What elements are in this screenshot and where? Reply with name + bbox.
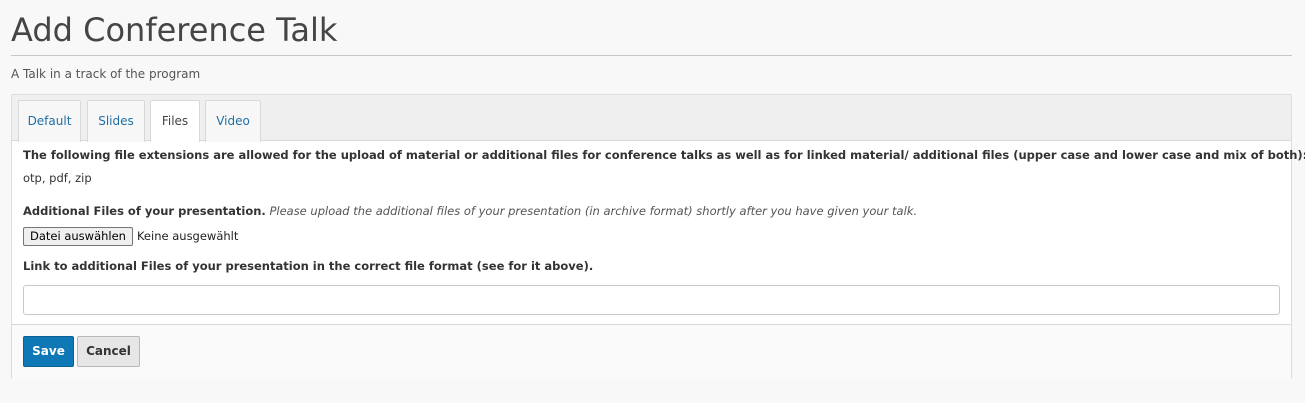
additional-files-title: Additional Files of your presentation. xyxy=(23,204,266,218)
tab-video[interactable]: Video xyxy=(205,100,261,142)
cancel-button[interactable]: Cancel xyxy=(77,336,140,367)
page-subtitle: A Talk in a track of the program xyxy=(11,67,201,81)
tab-default[interactable]: Default xyxy=(18,100,81,142)
page: Add Conference Talk A Talk in a track of… xyxy=(0,0,1305,403)
additional-files-label: Additional Files of your presentation. P… xyxy=(23,203,1280,219)
tab-files[interactable]: Files xyxy=(150,100,200,142)
tab-bar: Default Slides Files Video xyxy=(12,95,1291,142)
choose-file-button[interactable]: Datei auswählen xyxy=(23,226,133,246)
files-tab-content: The following file extensions are allowe… xyxy=(12,141,1305,315)
file-status-text: Keine ausgewählt xyxy=(136,229,239,243)
form-panel: Default Slides Files Video The following… xyxy=(11,94,1305,379)
tab-slides[interactable]: Slides xyxy=(87,100,145,142)
link-files-label: Link to additional Files of your present… xyxy=(23,259,594,273)
allowed-extensions-text: The following file extensions are allowe… xyxy=(23,148,1305,162)
page-title: Add Conference Talk xyxy=(11,0,1292,56)
file-upload-row: Datei auswählen Keine ausgewählt xyxy=(23,226,1280,246)
link-files-input[interactable] xyxy=(23,285,1280,315)
additional-files-hint: Please upload the additional files of yo… xyxy=(269,204,918,218)
save-button[interactable]: Save xyxy=(23,336,74,367)
form-footer: Save Cancel xyxy=(12,324,1291,379)
extensions-list: otp, pdf, zip xyxy=(23,171,92,185)
